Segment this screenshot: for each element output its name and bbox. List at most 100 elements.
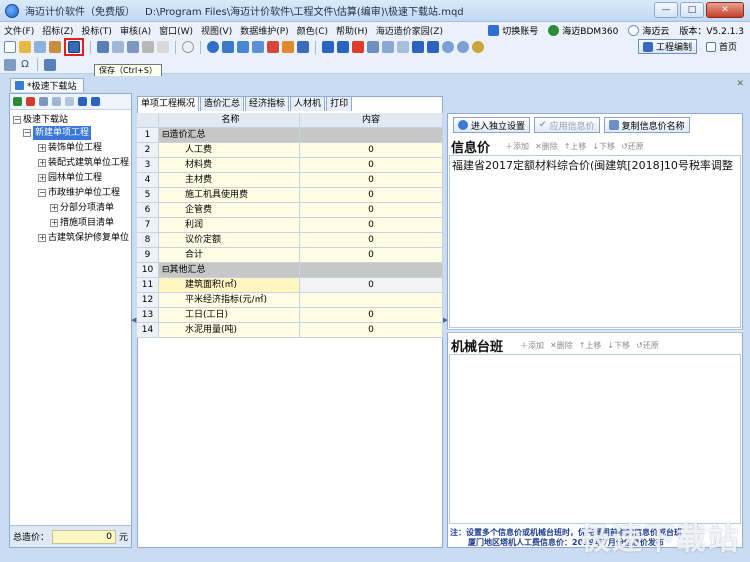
omega-icon[interactable]: Ω [19,59,31,71]
machine-move-down-button[interactable]: ↓下移 [607,340,630,351]
table-row[interactable]: 9 合计 0 [137,248,443,263]
menu-file[interactable]: 文件(F) [0,24,38,37]
tab-project-overview[interactable]: 单项工程概况 [137,96,200,111]
table-row[interactable]: 5 施工机具使用费 0 [137,188,443,203]
collapse-toggle[interactable]: − [13,116,21,124]
row-value[interactable]: 0 [300,248,443,263]
home-button[interactable]: 首页 [701,39,742,54]
info-delete-button[interactable]: ✕删除 [535,141,558,152]
settings-icon[interactable] [207,41,219,53]
tree-node-ancient-building[interactable]: + 古建筑保护修复单位 [38,231,129,245]
document-tab[interactable]: *极速下载站 [10,78,84,92]
info-move-up-button[interactable]: ↑上移 [564,141,587,152]
tree-node-municipal[interactable]: − 市政维护单位工程 [38,186,120,200]
machine-restore-button[interactable]: ↺还原 [636,340,659,351]
project-edit-button[interactable]: 工程编制 [637,39,697,54]
machine-add-button[interactable]: ＋添加 [520,340,544,351]
add-node-icon[interactable] [13,97,22,106]
cut-node-icon[interactable] [39,97,48,106]
machine-move-up-button[interactable]: ↑上移 [579,340,602,351]
delete-node-icon[interactable] [26,97,35,106]
image-icon[interactable] [282,41,294,53]
redo-icon[interactable] [457,41,469,53]
copy-row-icon[interactable] [382,41,394,53]
new-file-icon[interactable] [4,41,16,53]
open-folder-icon[interactable] [19,41,31,53]
close-button[interactable]: ✕ [706,2,744,18]
maximize-button[interactable]: □ [680,2,704,18]
tree-node-decoration[interactable]: + 装饰单位工程 [38,141,102,155]
node-up-icon[interactable] [78,97,87,106]
table-row[interactable]: 7 利润 0 [137,218,443,233]
cut-icon[interactable] [367,41,379,53]
copy-node-icon[interactable] [52,97,61,106]
independent-settings-button[interactable]: 进入独立设置 [453,117,531,133]
export-icon[interactable] [34,41,46,53]
switch-account-link[interactable]: 切换账号 [488,24,538,37]
expand-toggle[interactable]: + [38,159,46,167]
import-icon[interactable] [49,41,61,53]
format-icon[interactable] [142,41,154,53]
table-row[interactable]: 12 平米经济指标(元/㎡) [137,293,443,308]
list-icon[interactable] [252,41,264,53]
expand-toggle[interactable]: + [50,204,58,212]
table-row[interactable]: 4 主材费 0 [137,173,443,188]
info-add-button[interactable]: ＋添加 [505,141,529,152]
collapse-icon[interactable]: ⊟ [162,130,170,140]
table-row[interactable]: 8 议价定额 0 [137,233,443,248]
table-row[interactable]: 13 工日(工日) 0 [137,308,443,323]
expand-toggle[interactable]: + [38,234,46,242]
tree-node-divisional-list[interactable]: + 分部分项清单 [50,201,114,215]
info-restore-button[interactable]: ↺还原 [621,141,644,152]
menu-audit[interactable]: 审核(A) [116,24,155,37]
table-row[interactable]: 10 ⊟其他汇总 [137,263,443,278]
menu-tender[interactable]: 招标(Z) [38,24,77,37]
search-icon[interactable] [472,41,484,53]
paste-icon[interactable] [127,41,139,53]
table-icon[interactable] [222,41,234,53]
menu-view[interactable]: 视图(V) [197,24,236,37]
tab-print[interactable]: 打印 [326,96,353,111]
info-price-item[interactable]: 福建省2017定额材料综合价(闽建筑[2018]10号税率调整 [452,157,740,173]
collapse-toggle[interactable]: − [38,189,46,197]
bdm360-link[interactable]: 海迈BDM360 [548,24,618,37]
tab-economic-index[interactable]: 经济指标 [245,96,290,111]
move-up-icon[interactable] [412,41,424,53]
menu-color[interactable]: 颜色(C) [293,24,332,37]
panel-divider[interactable] [447,329,743,333]
undo-icon[interactable] [442,41,454,53]
row-value[interactable]: 0 [300,308,443,323]
row-value[interactable]: 0 [300,188,443,203]
save-button[interactable] [64,38,84,56]
menu-bid[interactable]: 投标(T) [77,24,116,37]
row-value[interactable]: 0 [300,203,443,218]
info-move-down-button[interactable]: ↓下移 [592,141,615,152]
menu-help[interactable]: 帮助(H) [332,24,372,37]
collapse-toggle[interactable]: − [23,129,31,137]
table-row[interactable]: 11 建筑面积(㎡) 0 [137,278,443,293]
check-icon[interactable] [267,41,279,53]
apply-info-price-button[interactable]: ✔ 应用信息价 [534,117,600,133]
table-row[interactable]: 6 企管费 0 [137,203,443,218]
copy-info-price-name-button[interactable]: 复制信息价名称 [603,117,690,133]
tree-root[interactable]: − 极速下载站 [13,113,68,127]
expand-toggle[interactable]: + [38,144,46,152]
move-down-icon[interactable] [427,41,439,53]
tree-node-prefab-building[interactable]: + 装配式建筑单位工程 [38,156,129,170]
machine-delete-button[interactable]: ✕删除 [550,340,573,351]
row-value[interactable]: 0 [300,218,443,233]
table-row[interactable]: 3 材料费 0 [137,158,443,173]
paste-row-icon[interactable] [397,41,409,53]
row-value[interactable]: 0 [300,158,443,173]
calculator-icon[interactable] [97,41,109,53]
table-tool-icon[interactable] [4,58,16,71]
tab-labor-material-machine[interactable]: 人材机 [290,96,326,111]
expand-toggle[interactable]: + [38,174,46,182]
table-row[interactable]: 1 ⊟造价汇总 [137,128,443,143]
tree-node-landscape[interactable]: + 园林单位工程 [38,171,102,185]
star-icon[interactable] [182,41,194,53]
row-value[interactable]: 0 [300,323,443,338]
tab-cost-summary[interactable]: 造价汇总 [200,96,245,111]
table-row[interactable]: 14 水泥用量(吨) 0 [137,323,443,338]
collapse-icon[interactable]: ⊟ [162,265,170,275]
